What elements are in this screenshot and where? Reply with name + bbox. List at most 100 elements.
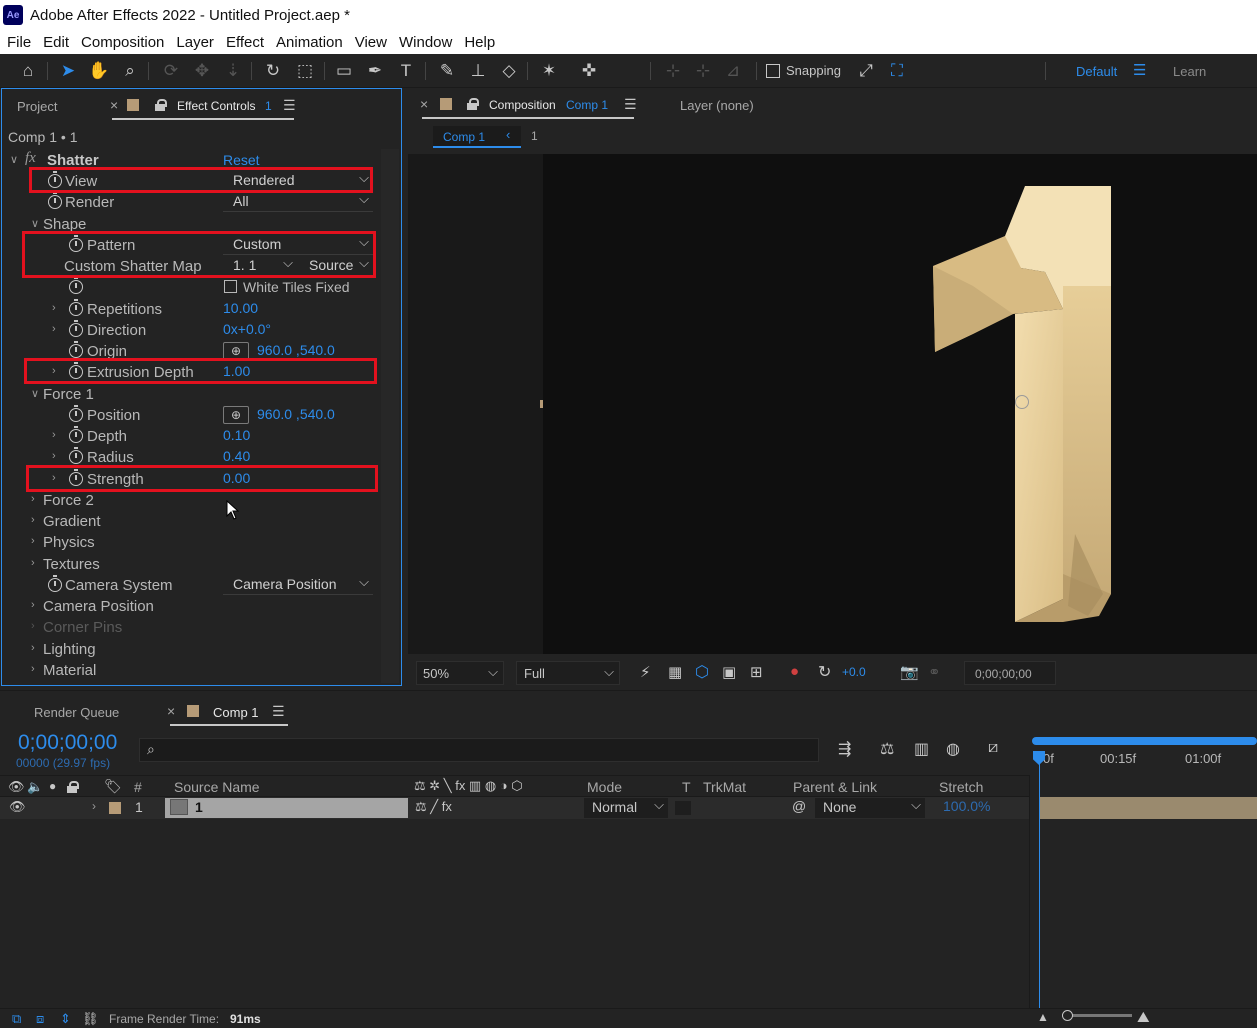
layer-name-cell[interactable]: 1	[165, 798, 408, 818]
workspace-menu-icon[interactable]: ☰	[1133, 61, 1146, 79]
current-time[interactable]: 0;00;00;00	[18, 731, 117, 755]
fast-previews-icon[interactable]: ⚡	[640, 663, 651, 681]
exposure-value[interactable]: +0.0	[842, 665, 866, 679]
depth-value[interactable]: 0.10	[223, 427, 250, 443]
pan-behind-tool-icon[interactable]: ⬚	[294, 60, 316, 82]
menu-effect[interactable]: Effect	[220, 34, 270, 51]
direction-value[interactable]: 0x+0.0°	[223, 321, 271, 337]
color-channels-icon[interactable]: ●	[790, 663, 799, 680]
reset-exposure-icon[interactable]: ↻	[818, 662, 831, 682]
stopwatch-icon[interactable]	[69, 447, 83, 464]
roto-brush-icon[interactable]: ✶	[538, 60, 560, 82]
puppet-pin-icon[interactable]: ✜	[578, 60, 600, 82]
stretch-value[interactable]: 100.0%	[943, 798, 990, 814]
motion-blur-icon[interactable]: ◍	[946, 739, 960, 759]
position-value[interactable]: 960.0 ,540.0	[257, 406, 335, 422]
layer-row[interactable]: 👁 › 1 1 ⚖ ╱ fx Normal ⌵ @ None ⌵ 100.0%	[0, 797, 1029, 819]
repetitions-value[interactable]: 10.00	[223, 300, 258, 316]
stopwatch-icon[interactable]	[48, 192, 62, 209]
comp-flowchart-icon[interactable]: ⇶	[838, 739, 851, 759]
view-axis-icon[interactable]: ⊿	[722, 60, 744, 82]
menu-file[interactable]: File	[0, 34, 37, 51]
dolly-camera-icon[interactable]: ⇣	[222, 60, 244, 82]
menu-window[interactable]: Window	[393, 34, 458, 51]
panel-menu-icon[interactable]: ☰	[283, 97, 296, 114]
expand-arrow-icon[interactable]: ›	[31, 620, 35, 632]
expand-arrow-icon[interactable]: ›	[31, 535, 35, 547]
tab-project[interactable]: Project	[17, 99, 57, 114]
viewer-timecode[interactable]: 0;00;00;00	[964, 661, 1056, 685]
zoom-dropdown[interactable]: 50% ⌵	[416, 661, 504, 685]
parent-pickwhip-icon[interactable]: @	[792, 798, 806, 814]
anchor-point-icon[interactable]	[1015, 395, 1029, 409]
expand-arrow-icon[interactable]: ›	[31, 493, 35, 505]
stopwatch-icon[interactable]	[69, 341, 83, 358]
graph-editor-icon[interactable]: ⧄	[988, 739, 998, 757]
region-of-interest-icon[interactable]: ▣	[722, 663, 736, 681]
lock-icon[interactable]	[467, 98, 479, 110]
layer-switches-toggle-icon[interactable]: ⧉	[12, 1011, 21, 1027]
expand-arrow-icon[interactable]: ›	[31, 663, 35, 675]
close-tab-icon[interactable]: ×	[420, 96, 428, 112]
world-axis-icon[interactable]: ⊹	[692, 60, 714, 82]
zoom-out-icon[interactable]: ▲	[1037, 1010, 1049, 1024]
menu-edit[interactable]: Edit	[37, 34, 75, 51]
brush-tool-icon[interactable]: ✎	[436, 60, 458, 82]
visibility-eye-icon[interactable]: 👁	[9, 799, 26, 815]
tab-timeline-comp[interactable]: Comp 1	[213, 705, 259, 720]
close-tab-icon[interactable]: ×	[167, 703, 175, 719]
transparency-grid-icon[interactable]: ▦	[668, 663, 682, 681]
crosshair-icon[interactable]: ⊕	[223, 406, 249, 424]
composition-viewer[interactable]	[543, 154, 1257, 654]
stopwatch-icon[interactable]	[69, 277, 83, 294]
layer-index-tab[interactable]: 1	[531, 129, 538, 143]
pen-tool-icon[interactable]: ✒	[364, 60, 386, 82]
preserve-transparency-toggle[interactable]	[675, 801, 691, 815]
expand-arrow-icon[interactable]: ›	[52, 429, 56, 441]
expand-arrow-icon[interactable]: ›	[92, 799, 96, 813]
white-tiles-checkbox[interactable]	[224, 280, 237, 293]
mask-visibility-icon[interactable]: ⬡	[695, 662, 709, 682]
in-out-toggle-icon[interactable]: ⇕	[60, 1011, 71, 1027]
stopwatch-icon[interactable]	[48, 575, 62, 592]
camera-system-dropdown[interactable]: Camera Position ⌵	[223, 574, 373, 595]
resolution-dropdown[interactable]: Full ⌵	[516, 661, 620, 685]
draft-3d-icon[interactable]: ⚖	[880, 739, 894, 759]
menu-layer[interactable]: Layer	[170, 34, 220, 51]
expand-arrow-icon[interactable]: ›	[31, 599, 35, 611]
pan-camera-icon[interactable]: ✥	[191, 60, 213, 82]
workspace-learn[interactable]: Learn	[1173, 64, 1206, 79]
zoom-slider-handle[interactable]	[1062, 1010, 1073, 1021]
orbit-camera-icon[interactable]: ⟳	[160, 60, 182, 82]
comp-flow-tab[interactable]: Comp 1 ‹	[433, 126, 521, 148]
tab-render-queue[interactable]: Render Queue	[34, 705, 119, 720]
snap-edges-icon[interactable]: ⤢	[855, 60, 877, 82]
snap-features-icon[interactable]: ⛶	[886, 60, 908, 82]
stopwatch-icon[interactable]	[69, 299, 83, 316]
local-axis-icon[interactable]: ⊹	[662, 60, 684, 82]
panel-menu-icon[interactable]: ☰	[272, 703, 285, 720]
expand-arrow-icon[interactable]: ›	[31, 557, 35, 569]
menu-help[interactable]: Help	[458, 34, 501, 51]
expand-arrow-icon[interactable]: ›	[31, 514, 35, 526]
selection-tool-icon[interactable]: ➤	[57, 60, 79, 82]
rotation-tool-icon[interactable]: ↻	[262, 60, 284, 82]
transfer-controls-toggle-icon[interactable]: ⧈	[36, 1011, 44, 1027]
layer-search-input[interactable]: ⌕	[139, 738, 819, 762]
stopwatch-icon[interactable]	[69, 320, 83, 337]
eraser-tool-icon[interactable]: ◇	[498, 60, 520, 82]
close-tab-icon[interactable]: ×	[110, 97, 118, 113]
layer-switches[interactable]: ⚖ ╱ fx	[415, 799, 452, 815]
snapshot-icon[interactable]: 📷	[900, 663, 919, 681]
zoom-in-icon[interactable]: ⛰	[1137, 1009, 1150, 1026]
column-source-name[interactable]: Source Name	[174, 779, 260, 795]
render-time-toggle-icon[interactable]: ⛓	[82, 1011, 99, 1027]
rectangle-tool-icon[interactable]: ▭	[333, 60, 355, 82]
grid-guides-icon[interactable]: ⊞	[750, 663, 763, 681]
tab-effect-controls[interactable]: Effect Controls	[177, 99, 255, 113]
clone-stamp-icon[interactable]: ⊥	[467, 60, 489, 82]
expand-arrow-icon[interactable]: ›	[31, 642, 35, 654]
blend-mode-dropdown[interactable]: Normal ⌵	[584, 797, 668, 818]
panel-menu-icon[interactable]: ☰	[624, 96, 637, 113]
layer-label-color[interactable]	[109, 802, 121, 814]
